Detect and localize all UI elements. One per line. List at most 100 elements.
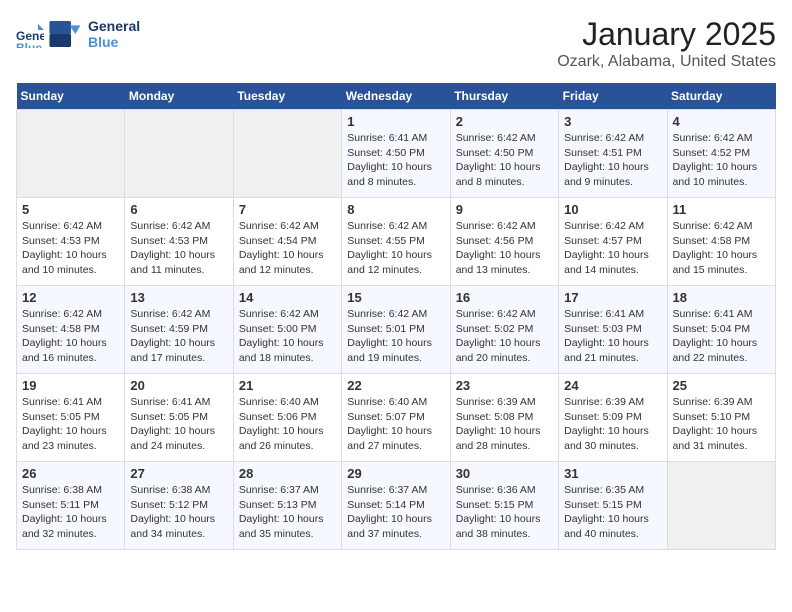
week-row-2: 5 Sunrise: 6:42 AMSunset: 4:53 PMDaylight… xyxy=(17,198,776,286)
calendar-cell: 25 Sunrise: 6:39 AMSunset: 5:10 PMDayligh… xyxy=(667,374,775,462)
page-header: General Blue General Blue January 2025 O… xyxy=(16,16,776,71)
week-row-5: 26Sunrise: 6:38 AMSunset: 5:11 PMDayligh… xyxy=(17,462,776,550)
calendar-cell: 17Sunrise: 6:41 AMSunset: 5:03 PMDayligh… xyxy=(559,286,667,374)
day-info: Sunrise: 6:41 AMSunset: 4:50 PMDaylight:… xyxy=(347,131,444,190)
day-info: Sunrise: 6:42 AMSunset: 4:55 PMDaylight:… xyxy=(347,219,444,278)
calendar-cell: 16Sunrise: 6:42 AMSunset: 5:02 PMDayligh… xyxy=(450,286,558,374)
day-number: 25 xyxy=(673,378,770,393)
calendar-cell: 11 Sunrise: 6:42 AMSunset: 4:58 PMDayligh… xyxy=(667,198,775,286)
day-number: 5 xyxy=(22,202,119,217)
calendar-cell: 3Sunrise: 6:42 AMSunset: 4:51 PMDaylight… xyxy=(559,110,667,198)
calendar-cell: 1 Sunrise: 6:41 AMSunset: 4:50 PMDaylight… xyxy=(342,110,450,198)
day-info: Sunrise: 6:39 AMSunset: 5:08 PMDaylight:… xyxy=(456,395,553,454)
weekday-header-wednesday: Wednesday xyxy=(342,83,450,110)
day-number: 4 xyxy=(673,114,770,129)
day-info: Sunrise: 6:42 AMSunset: 5:01 PMDaylight:… xyxy=(347,307,444,366)
calendar-cell: 9 Sunrise: 6:42 AMSunset: 4:56 PMDaylight… xyxy=(450,198,558,286)
week-row-1: 1 Sunrise: 6:41 AMSunset: 4:50 PMDaylight… xyxy=(17,110,776,198)
day-number: 8 xyxy=(347,202,444,217)
calendar-cell: 31 Sunrise: 6:35 AMSunset: 5:15 PMDayligh… xyxy=(559,462,667,550)
day-number: 9 xyxy=(456,202,553,217)
day-info: Sunrise: 6:41 AMSunset: 5:04 PMDaylight:… xyxy=(673,307,770,366)
day-number: 14 xyxy=(239,290,336,305)
day-number: 22 xyxy=(347,378,444,393)
day-info: Sunrise: 6:39 AMSunset: 5:10 PMDaylight:… xyxy=(673,395,770,454)
calendar-cell: 20Sunrise: 6:41 AMSunset: 5:05 PMDayligh… xyxy=(125,374,233,462)
calendar-cell: 19 Sunrise: 6:41 AMSunset: 5:05 PMDayligh… xyxy=(17,374,125,462)
day-number: 6 xyxy=(130,202,227,217)
day-info: Sunrise: 6:42 AMSunset: 4:58 PMDaylight:… xyxy=(673,219,770,278)
day-info: Sunrise: 6:41 AMSunset: 5:03 PMDaylight:… xyxy=(564,307,661,366)
day-info: Sunrise: 6:42 AMSunset: 4:58 PMDaylight:… xyxy=(22,307,119,366)
day-info: Sunrise: 6:37 AMSunset: 5:13 PMDaylight:… xyxy=(239,483,336,542)
calendar-cell: 27 Sunrise: 6:38 AMSunset: 5:12 PMDayligh… xyxy=(125,462,233,550)
svg-text:Blue: Blue xyxy=(16,41,42,48)
weekday-header-friday: Friday xyxy=(559,83,667,110)
week-row-4: 19 Sunrise: 6:41 AMSunset: 5:05 PMDayligh… xyxy=(17,374,776,462)
day-number: 18 xyxy=(673,290,770,305)
day-info: Sunrise: 6:42 AMSunset: 4:52 PMDaylight:… xyxy=(673,131,770,190)
day-number: 15 xyxy=(347,290,444,305)
calendar-cell: 26Sunrise: 6:38 AMSunset: 5:11 PMDayligh… xyxy=(17,462,125,550)
logo-icon: General Blue xyxy=(16,20,44,48)
day-info: Sunrise: 6:41 AMSunset: 5:05 PMDaylight:… xyxy=(22,395,119,454)
weekday-header-row: SundayMondayTuesdayWednesdayThursdayFrid… xyxy=(17,83,776,110)
page-title: January 2025 xyxy=(557,16,776,53)
day-info: Sunrise: 6:42 AMSunset: 5:02 PMDaylight:… xyxy=(456,307,553,366)
calendar-cell: 14Sunrise: 6:42 AMSunset: 5:00 PMDayligh… xyxy=(233,286,341,374)
day-info: Sunrise: 6:37 AMSunset: 5:14 PMDaylight:… xyxy=(347,483,444,542)
day-number: 24 xyxy=(564,378,661,393)
logo-name-general: General xyxy=(88,18,140,34)
calendar-cell: 30Sunrise: 6:36 AMSunset: 5:15 PMDayligh… xyxy=(450,462,558,550)
day-number: 11 xyxy=(673,202,770,217)
day-number: 26 xyxy=(22,466,119,481)
calendar-cell: 4 Sunrise: 6:42 AMSunset: 4:52 PMDaylight… xyxy=(667,110,775,198)
weekday-header-monday: Monday xyxy=(125,83,233,110)
day-info: Sunrise: 6:42 AMSunset: 4:50 PMDaylight:… xyxy=(456,131,553,190)
day-info: Sunrise: 6:42 AMSunset: 4:56 PMDaylight:… xyxy=(456,219,553,278)
calendar-cell: 15 Sunrise: 6:42 AMSunset: 5:01 PMDayligh… xyxy=(342,286,450,374)
calendar-cell: 10 Sunrise: 6:42 AMSunset: 4:57 PMDayligh… xyxy=(559,198,667,286)
day-number: 19 xyxy=(22,378,119,393)
calendar-cell: 24 Sunrise: 6:39 AMSunset: 5:09 PMDayligh… xyxy=(559,374,667,462)
calendar-cell: 23 Sunrise: 6:39 AMSunset: 5:08 PMDayligh… xyxy=(450,374,558,462)
calendar-cell xyxy=(667,462,775,550)
calendar-cell: 13Sunrise: 6:42 AMSunset: 4:59 PMDayligh… xyxy=(125,286,233,374)
calendar-cell: 6 Sunrise: 6:42 AMSunset: 4:53 PMDaylight… xyxy=(125,198,233,286)
calendar-cell: 12 Sunrise: 6:42 AMSunset: 4:58 PMDayligh… xyxy=(17,286,125,374)
day-info: Sunrise: 6:42 AMSunset: 4:57 PMDaylight:… xyxy=(564,219,661,278)
day-info: Sunrise: 6:42 AMSunset: 4:53 PMDaylight:… xyxy=(22,219,119,278)
logo-graphic xyxy=(48,16,84,52)
calendar-cell: 7Sunrise: 6:42 AMSunset: 4:54 PMDaylight… xyxy=(233,198,341,286)
day-number: 23 xyxy=(456,378,553,393)
day-info: Sunrise: 6:40 AMSunset: 5:06 PMDaylight:… xyxy=(239,395,336,454)
day-info: Sunrise: 6:42 AMSunset: 4:51 PMDaylight:… xyxy=(564,131,661,190)
day-info: Sunrise: 6:38 AMSunset: 5:12 PMDaylight:… xyxy=(130,483,227,542)
weekday-header-thursday: Thursday xyxy=(450,83,558,110)
calendar-cell: 29 Sunrise: 6:37 AMSunset: 5:14 PMDayligh… xyxy=(342,462,450,550)
day-number: 10 xyxy=(564,202,661,217)
day-number: 31 xyxy=(564,466,661,481)
day-number: 29 xyxy=(347,466,444,481)
day-number: 21 xyxy=(239,378,336,393)
calendar-cell: 21 Sunrise: 6:40 AMSunset: 5:06 PMDayligh… xyxy=(233,374,341,462)
day-number: 28 xyxy=(239,466,336,481)
week-row-3: 12 Sunrise: 6:42 AMSunset: 4:58 PMDayligh… xyxy=(17,286,776,374)
calendar-cell: 5 Sunrise: 6:42 AMSunset: 4:53 PMDaylight… xyxy=(17,198,125,286)
day-number: 20 xyxy=(130,378,227,393)
calendar-cell: 28 Sunrise: 6:37 AMSunset: 5:13 PMDayligh… xyxy=(233,462,341,550)
day-info: Sunrise: 6:35 AMSunset: 5:15 PMDaylight:… xyxy=(564,483,661,542)
day-info: Sunrise: 6:40 AMSunset: 5:07 PMDaylight:… xyxy=(347,395,444,454)
day-number: 12 xyxy=(22,290,119,305)
day-number: 1 xyxy=(347,114,444,129)
day-number: 30 xyxy=(456,466,553,481)
day-info: Sunrise: 6:42 AMSunset: 4:54 PMDaylight:… xyxy=(239,219,336,278)
logo-name-blue: Blue xyxy=(88,34,140,50)
title-block: January 2025 Ozark, Alabama, United Stat… xyxy=(557,16,776,71)
calendar-cell: 8 Sunrise: 6:42 AMSunset: 4:55 PMDaylight… xyxy=(342,198,450,286)
day-info: Sunrise: 6:42 AMSunset: 4:53 PMDaylight:… xyxy=(130,219,227,278)
day-info: Sunrise: 6:39 AMSunset: 5:09 PMDaylight:… xyxy=(564,395,661,454)
day-number: 27 xyxy=(130,466,227,481)
weekday-header-saturday: Saturday xyxy=(667,83,775,110)
calendar-cell xyxy=(125,110,233,198)
